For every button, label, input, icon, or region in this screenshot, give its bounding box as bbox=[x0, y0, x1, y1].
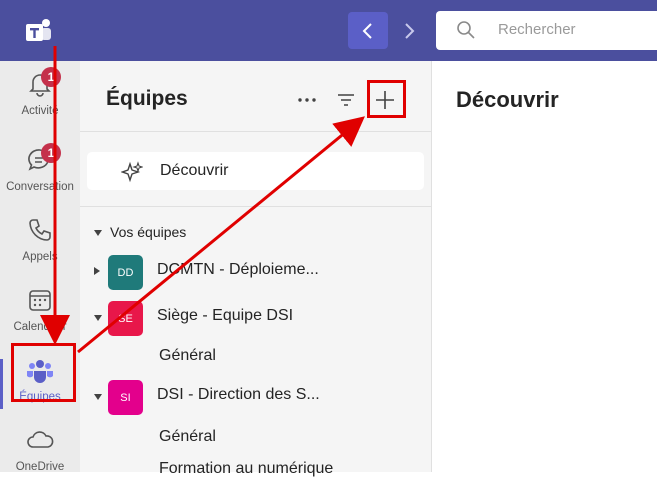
caret-down-icon bbox=[94, 315, 102, 321]
your-teams-header[interactable]: Vos équipes bbox=[94, 224, 186, 240]
caret-right-icon bbox=[94, 267, 100, 275]
highlight-teams-item bbox=[11, 343, 76, 402]
discover-item[interactable]: Découvrir bbox=[87, 152, 424, 190]
rail-label: Calendrier bbox=[13, 321, 67, 333]
main-title: Découvrir bbox=[456, 87, 559, 112]
rail-item-activity[interactable]: 1 Activité bbox=[0, 63, 80, 133]
rail-label: Conversation bbox=[6, 181, 74, 193]
back-button[interactable] bbox=[348, 12, 388, 49]
team-avatar: SI bbox=[108, 380, 143, 415]
conversation-badge: 1 bbox=[41, 143, 61, 163]
rail-item-conversation[interactable]: 1 Conversation bbox=[0, 139, 80, 209]
rail-item-calendar[interactable]: Calendrier bbox=[0, 279, 80, 349]
search-input[interactable]: Rechercher bbox=[436, 11, 657, 50]
filter-icon bbox=[338, 94, 354, 106]
app-rail: 1 Activité 1 Conversation Appels Calendr… bbox=[0, 61, 80, 473]
more-icon bbox=[298, 98, 316, 102]
teams-logo-icon[interactable] bbox=[22, 14, 54, 46]
team-row[interactable]: SI DSI - Direction des S... bbox=[80, 376, 431, 416]
team-row[interactable]: SE Siège - Equipe DSI bbox=[80, 297, 431, 337]
team-avatar: SE bbox=[108, 301, 143, 336]
more-options-button[interactable] bbox=[290, 83, 324, 117]
rail-item-onedrive[interactable]: OneDrive bbox=[0, 419, 80, 489]
panel-title: Équipes bbox=[106, 87, 188, 110]
highlight-add-button bbox=[367, 80, 406, 118]
forward-button[interactable] bbox=[392, 12, 426, 49]
activity-badge: 1 bbox=[41, 67, 61, 87]
calendar-icon bbox=[29, 290, 51, 311]
caret-down-icon bbox=[94, 230, 102, 237]
cloud-icon bbox=[27, 431, 54, 448]
team-name: Siège - Equipe DSI bbox=[157, 307, 294, 324]
rail-label: Appels bbox=[22, 251, 58, 263]
divider bbox=[80, 206, 431, 207]
phone-icon bbox=[29, 219, 51, 241]
chevron-left-icon bbox=[362, 22, 372, 39]
sparkle-icon bbox=[121, 161, 143, 183]
team-name: DCMTN - Déploieme... bbox=[157, 261, 319, 278]
channel-item[interactable]: Général bbox=[159, 347, 216, 365]
rail-label: Activité bbox=[21, 105, 59, 117]
team-name: DSI - Direction des S... bbox=[157, 386, 320, 403]
discover-label: Découvrir bbox=[160, 162, 229, 179]
rail-item-calls[interactable]: Appels bbox=[0, 209, 80, 279]
rail-label: OneDrive bbox=[15, 461, 65, 473]
section-label: Vos équipes bbox=[110, 224, 187, 240]
channel-item[interactable]: Formation au numérique bbox=[159, 460, 333, 478]
chevron-right-icon bbox=[405, 22, 415, 39]
team-avatar: DD bbox=[108, 255, 143, 290]
divider bbox=[80, 131, 431, 132]
team-row[interactable]: DD DCMTN - Déploieme... bbox=[80, 251, 431, 291]
channel-item[interactable]: Général bbox=[159, 428, 216, 446]
search-icon bbox=[457, 21, 475, 39]
filter-button[interactable] bbox=[329, 83, 363, 117]
caret-down-icon bbox=[94, 394, 102, 400]
teams-panel: Équipes Découvrir Vos équipes DD DCMTN -… bbox=[80, 61, 432, 477]
title-bar: Rechercher bbox=[0, 0, 657, 61]
search-placeholder: Rechercher bbox=[498, 21, 576, 38]
